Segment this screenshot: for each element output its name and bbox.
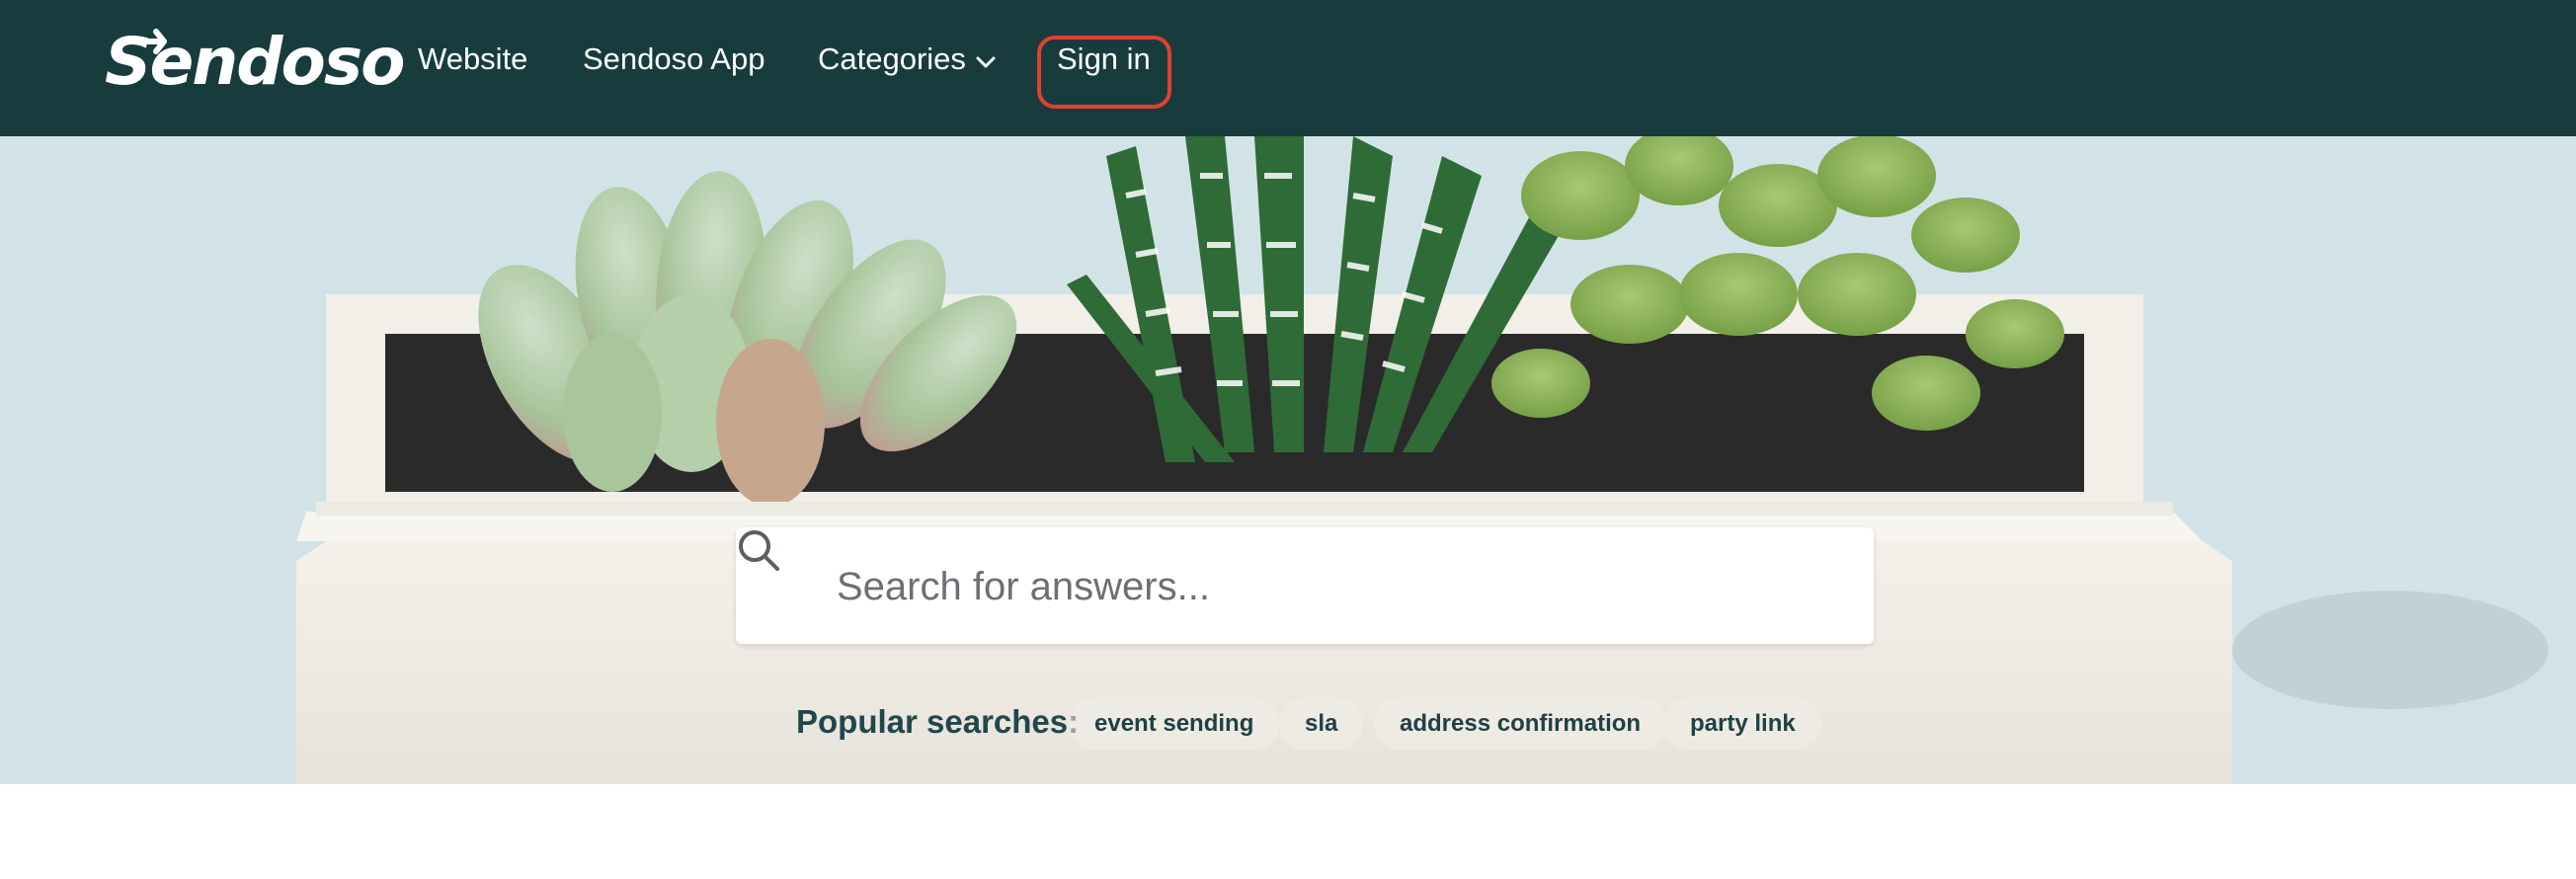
- nav-website-link[interactable]: Website: [418, 43, 527, 74]
- search-icon: [739, 530, 779, 571]
- popular-search-chip[interactable]: address confirmation: [1374, 697, 1667, 751]
- nav-categories-dropdown[interactable]: Categories: [818, 43, 966, 74]
- hero-banner: Popular searches: event sending sla addr…: [0, 136, 2576, 784]
- logo-arrow-icon: [121, 29, 167, 54]
- popular-search-chip[interactable]: event sending: [1069, 697, 1280, 751]
- search-box: [736, 527, 1874, 644]
- popular-search-chip[interactable]: sla: [1279, 697, 1364, 751]
- succulent-planter-image: [296, 136, 2548, 784]
- sign-in-link[interactable]: Sign in: [1057, 43, 1151, 74]
- search-input[interactable]: [835, 547, 1846, 626]
- popular-searches-label: Popular searches:: [796, 703, 1080, 740]
- nav-sendoso-app-link[interactable]: Sendoso App: [583, 43, 765, 74]
- popular-search-chip[interactable]: party link: [1664, 697, 1821, 751]
- chevron-down-icon[interactable]: [976, 55, 996, 69]
- sendoso-logo[interactable]: Sendoso: [99, 28, 405, 107]
- top-navbar: Sendoso Website Sendoso App Categories S…: [0, 0, 2576, 136]
